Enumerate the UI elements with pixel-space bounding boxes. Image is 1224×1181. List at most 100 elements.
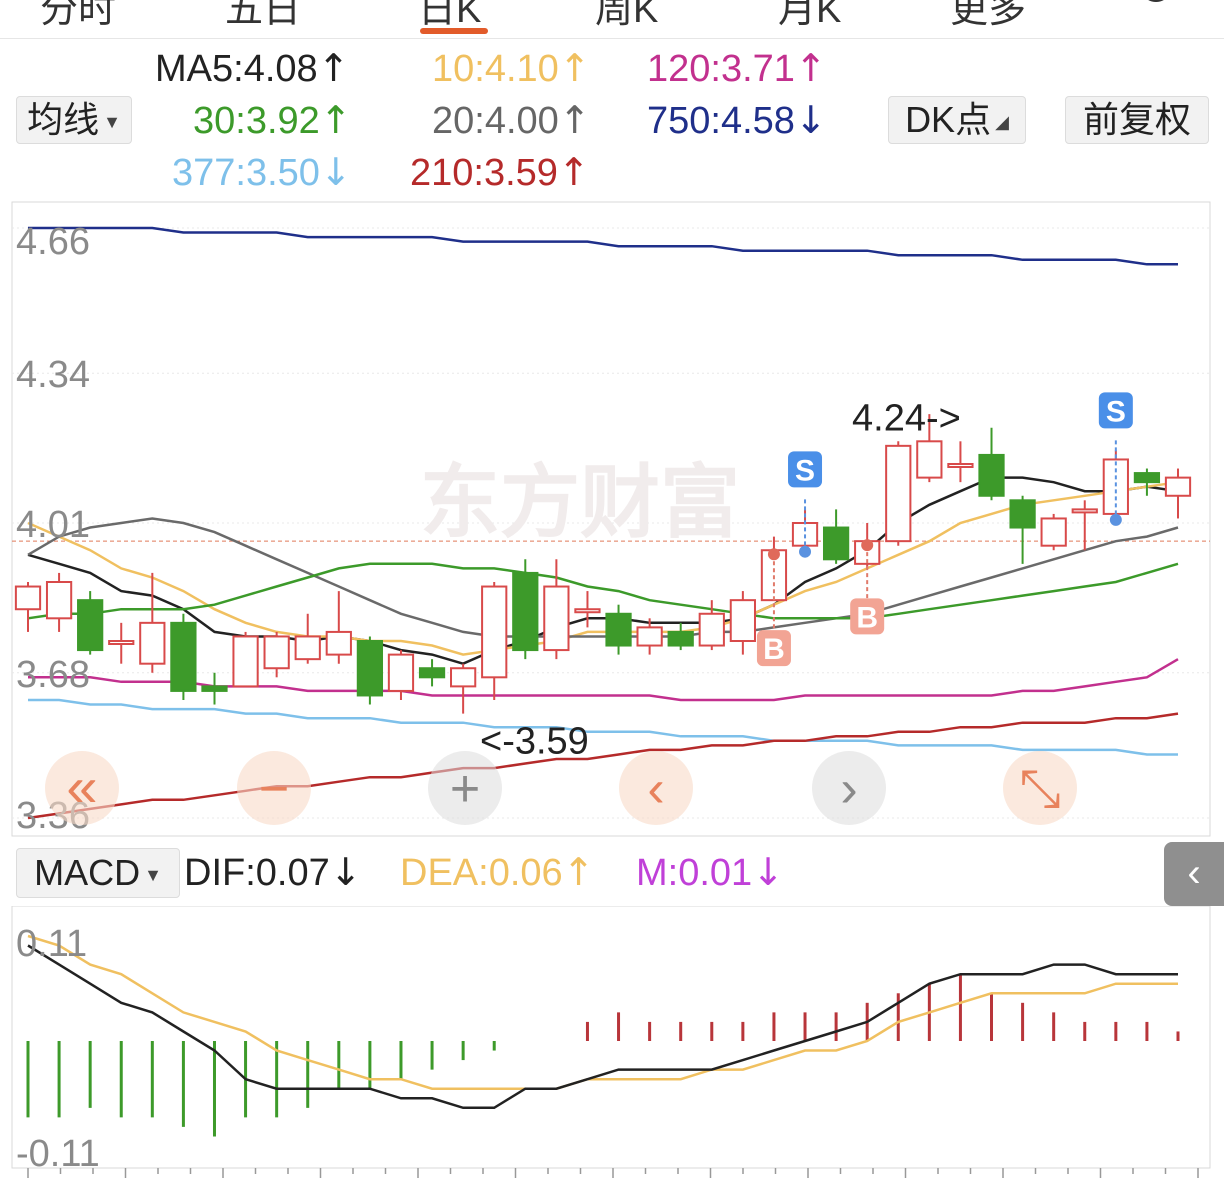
candle-body (325, 630, 352, 656)
sell-signal-dot (799, 545, 812, 558)
ma210-value: 210:3.59↑ (410, 150, 590, 194)
ma750-value: 750:4.58↓ (647, 98, 827, 142)
candle-body (729, 599, 756, 642)
ma-line-ma210 (27, 712, 1179, 820)
candle-body (201, 685, 228, 692)
macd-tick-label: 0.11 (16, 923, 87, 965)
dea-line (27, 934, 1178, 1090)
candle-body (667, 630, 694, 647)
candle-body (387, 653, 415, 692)
step-right-icon[interactable]: › (812, 751, 886, 825)
candle-body (978, 453, 1005, 497)
fast-back-icon[interactable]: « (45, 751, 119, 825)
top-tab-bar: 分时 五日 日K 周K 月K 更多 (0, 0, 1224, 39)
candle (450, 663, 477, 714)
buy-signal-text: B (763, 633, 785, 666)
candle (1040, 513, 1067, 551)
candle (885, 441, 912, 546)
candle (1009, 495, 1036, 564)
candle (512, 559, 539, 660)
tab-more[interactable]: 更多 (950, 0, 1026, 33)
candle (108, 622, 135, 664)
tab-timeshare[interactable]: 分时 (40, 0, 116, 33)
candle-body (947, 463, 974, 468)
candle (77, 591, 104, 655)
sell-signal-text: S (795, 454, 815, 487)
candle (481, 582, 508, 700)
price-tick-label: 4.66 (16, 221, 90, 263)
low-price-label: <-3.59 (480, 721, 589, 763)
watermark: 东方财富 (420, 458, 740, 547)
candle-body (636, 626, 663, 647)
candlestick-chart[interactable]: 东方财富 SBBS4.24-><-3.594.664.344.013.683.36… (0, 198, 1224, 840)
candle-body (512, 571, 539, 652)
candle-body (543, 585, 570, 652)
candle (45, 572, 73, 632)
ma-line-ma377 (28, 698, 1178, 756)
nav-button-glyph: ⤡ (1019, 760, 1061, 818)
ma-select[interactable]: 均线 ▼ (16, 96, 132, 144)
candle-body (1009, 499, 1036, 529)
dif-line (27, 944, 1178, 1110)
tab-five-day[interactable]: 五日 (225, 0, 301, 33)
price-tick-label: 4.01 (16, 504, 90, 546)
gear-icon[interactable] (1138, 0, 1174, 10)
candle-body (45, 581, 73, 620)
candle-body (605, 612, 632, 647)
buy-signal-dot (861, 539, 874, 552)
corner-arrow-icon: ◢ (995, 112, 1009, 133)
candle (294, 613, 321, 664)
candle-body (14, 585, 42, 611)
candle (729, 591, 756, 655)
nav-button-glyph: « (66, 755, 97, 818)
dk-point-button[interactable]: DK点 ◢ (888, 96, 1026, 144)
indicator-select[interactable]: MACD ▼ (16, 848, 180, 898)
step-left-icon[interactable]: ‹ (619, 751, 693, 825)
ma30-value: 30:3.92↑ (193, 98, 352, 142)
candle-body (108, 640, 135, 645)
nav-button-glyph: › (840, 760, 857, 818)
candle-body (698, 612, 725, 647)
nav-button-glyph: + (450, 760, 480, 818)
nav-button-glyph: ‹ (647, 760, 664, 818)
candle (667, 622, 694, 651)
tab-monthly-k[interactable]: 月K (778, 0, 841, 33)
zoom-in-icon[interactable]: + (428, 751, 502, 825)
candle-body (822, 526, 850, 561)
candle-body (1040, 517, 1067, 547)
candle (1164, 468, 1192, 519)
caret-down-icon: ▼ (144, 865, 162, 886)
active-tab-indicator (420, 28, 488, 34)
candle (263, 631, 290, 678)
macd-dif-value: DIF:0.07↓ (184, 850, 362, 894)
candle (201, 672, 228, 705)
zoom-out-icon[interactable]: − (237, 751, 311, 825)
candle-body (481, 585, 508, 679)
sell-signal-dot (1109, 513, 1122, 526)
candle-body (232, 635, 259, 688)
candle (978, 427, 1005, 501)
chevron-left-icon[interactable]: ‹ (1164, 842, 1224, 906)
fullscreen-icon[interactable]: ⤡ (1003, 751, 1077, 825)
buy-signal-text: B (856, 601, 878, 634)
ma-line-ma30 (27, 562, 1179, 620)
price-tick-label: 4.34 (16, 354, 90, 396)
candle-body (885, 444, 912, 543)
candle (543, 559, 570, 660)
candle-body (418, 667, 446, 679)
tab-weekly-k[interactable]: 周K (595, 0, 658, 33)
ma-line-ma120 (28, 658, 1179, 702)
candle-body (263, 635, 290, 670)
ma20-value: 20:4.00↑ (432, 98, 591, 142)
candle-body (1164, 476, 1192, 497)
macd-dea-value: DEA:0.06↑ (400, 850, 595, 894)
candle-body (294, 635, 321, 661)
candle (1071, 500, 1098, 551)
candle-body (916, 440, 943, 479)
high-price-label: 4.24-> (852, 398, 961, 440)
adjust-mode-button[interactable]: 前复权 (1065, 96, 1209, 144)
candle-body (1071, 508, 1098, 514)
candle (14, 582, 42, 632)
sell-signal-text: S (1106, 395, 1126, 428)
price-tick-label: 3.68 (16, 654, 90, 696)
